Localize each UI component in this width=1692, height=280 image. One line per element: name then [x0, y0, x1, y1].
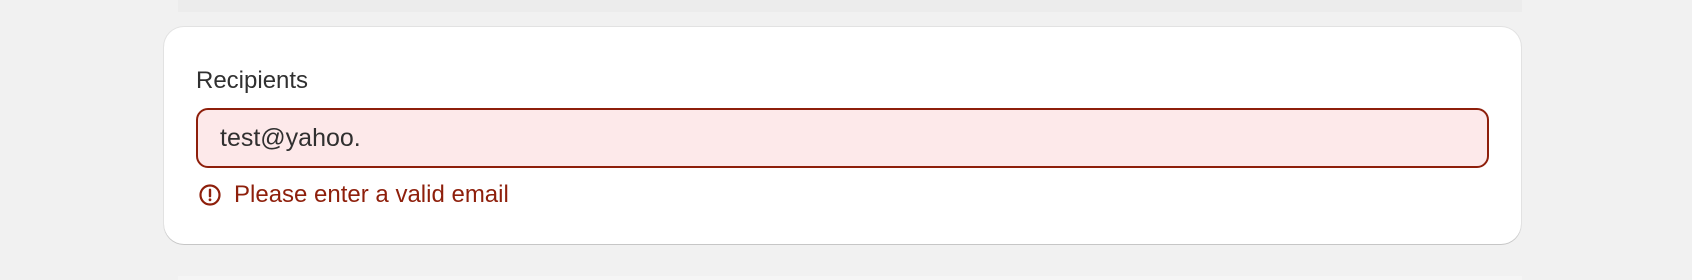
- previous-card-edge: [178, 0, 1522, 12]
- recipients-card: Recipients Please enter a valid email: [164, 27, 1521, 244]
- next-card-edge: [178, 276, 1522, 280]
- alert-circle-icon: [198, 183, 222, 207]
- validation-error: Please enter a valid email: [198, 180, 509, 210]
- recipients-label: Recipients: [196, 67, 309, 94]
- error-message: Please enter a valid email: [234, 181, 509, 208]
- recipients-email-input[interactable]: [196, 108, 1489, 168]
